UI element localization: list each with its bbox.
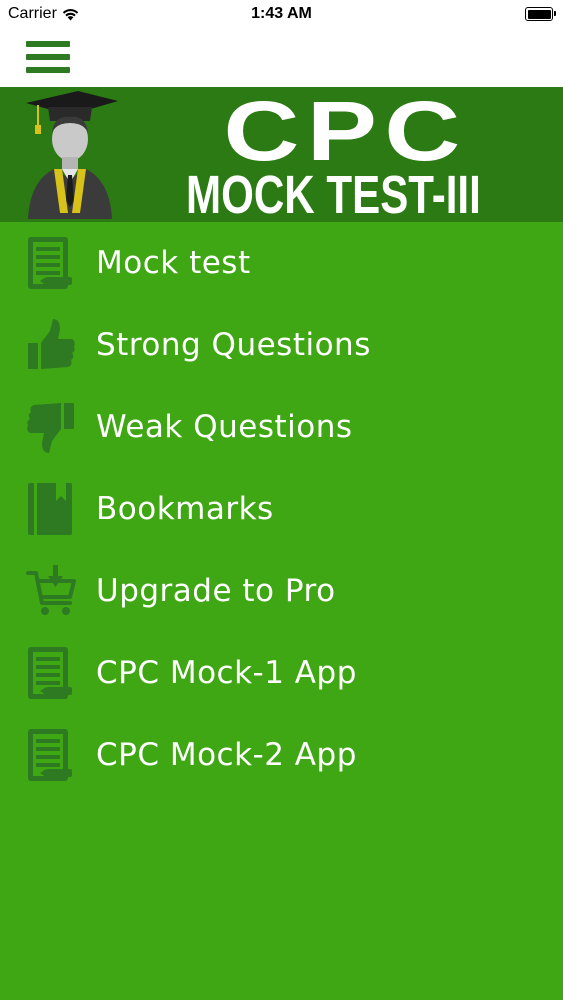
- menu-item-cpc-mock-2-app[interactable]: CPC Mock-2 App: [0, 714, 563, 796]
- notebook-icon: [28, 729, 72, 781]
- navigation-bar: [0, 30, 563, 87]
- banner-subtitle: MOCK TEST-III: [186, 165, 481, 222]
- notebook-icon: [28, 647, 72, 699]
- cart-download-icon: [26, 565, 76, 615]
- app-banner: CPC MOCK TEST-III: [0, 87, 563, 222]
- side-menu-list: Mock test Strong Questions Weak Question…: [0, 222, 563, 796]
- menu-item-label: Strong Questions: [96, 327, 371, 363]
- thumbs-up-icon: [28, 319, 75, 369]
- menu-item-cpc-mock-1-app[interactable]: CPC Mock-1 App: [0, 632, 563, 714]
- menu-item-label: CPC Mock-2 App: [96, 737, 357, 773]
- menu-item-weak-questions[interactable]: Weak Questions: [0, 386, 563, 468]
- menu-item-strong-questions[interactable]: Strong Questions: [0, 304, 563, 386]
- hamburger-menu-icon[interactable]: [26, 41, 70, 73]
- status-time: 1:43 AM: [251, 5, 312, 22]
- menu-item-mock-test[interactable]: Mock test: [0, 222, 563, 304]
- banner-title: CPC: [223, 87, 468, 178]
- battery-icon: [525, 7, 556, 21]
- notebook-icon: [28, 237, 72, 289]
- menu-item-bookmarks[interactable]: Bookmarks: [0, 468, 563, 550]
- status-bar: Carrier 1:43 AM: [0, 0, 563, 30]
- menu-item-label: Upgrade to Pro: [96, 573, 336, 609]
- bookmark-book-icon: [28, 483, 72, 535]
- menu-item-label: CPC Mock-1 App: [96, 655, 357, 691]
- menu-item-label: Weak Questions: [96, 409, 353, 445]
- menu-item-label: Bookmarks: [96, 491, 274, 527]
- menu-item-label: Mock test: [96, 245, 251, 281]
- thumbs-down-icon: [27, 403, 74, 453]
- menu-item-upgrade-to-pro[interactable]: Upgrade to Pro: [0, 550, 563, 632]
